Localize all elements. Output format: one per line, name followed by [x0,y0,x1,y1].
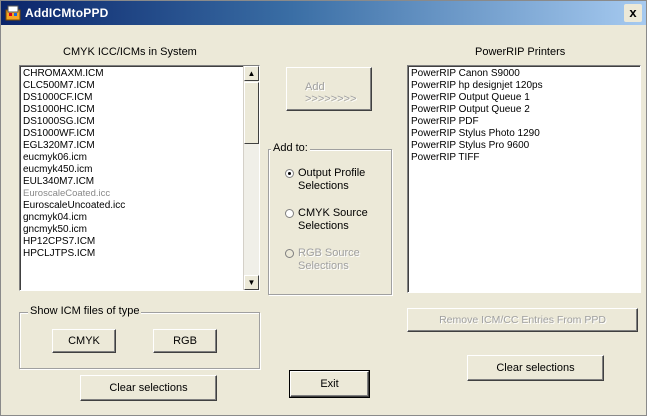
list-item[interactable]: DS1000WF.ICM [23,128,256,140]
clear-left-selections-button[interactable]: Clear selections [80,375,217,401]
show-icm-type-caption: Show ICM files of type [28,305,142,317]
clear-right-selections-button[interactable]: Clear selections [467,355,604,381]
list-item[interactable]: PowerRIP Output Queue 1 [411,92,637,104]
title-bar[interactable]: AddICMtoPPD x [1,1,646,25]
list-item[interactable]: PowerRIP TIFF [411,152,637,164]
radio-label-line2: Selections [298,220,349,232]
remove-entries-button[interactable]: Remove ICM/CC Entries From PPD [407,308,638,332]
cmyk-profile-list[interactable]: CHROMAXM.ICM CLC500M7.ICM DS1000CF.ICM DS10… [19,65,260,291]
radio-label-line1: CMYK Source [298,207,368,219]
list-item[interactable]: EuroscaleCoated.icc [23,188,256,200]
list-item[interactable]: HPCLJTPS.ICM [23,248,256,260]
scroll-thumb[interactable] [244,82,259,144]
list-item[interactable]: CLC500M7.ICM [23,80,256,92]
list-item[interactable]: PowerRIP hp designjet 120ps [411,80,637,92]
list-item[interactable]: eucmyk450.icm [23,164,256,176]
rgb-type-button[interactable]: RGB [153,329,217,353]
scroll-down-arrow-icon[interactable]: ▼ [244,275,259,290]
list-item[interactable]: eucmyk06.icm [23,152,256,164]
dialog-window: AddICMtoPPD x CMYK ICC/ICMs in System CH… [0,0,647,416]
list-item[interactable]: DS1000CF.ICM [23,92,256,104]
exit-button[interactable]: Exit [289,370,370,398]
app-icon [5,5,21,21]
powerrip-printer-items: PowerRIP Canon S9000 PowerRIP hp designje… [408,66,640,166]
list-item[interactable]: PowerRIP Canon S9000 [411,68,637,80]
powerrip-printer-list[interactable]: PowerRIP Canon S9000 PowerRIP hp designje… [407,65,641,293]
radio-label-line1: Output Profile [298,167,366,179]
radio-label-line2: Selections [298,180,349,192]
scroll-up-arrow-icon[interactable]: ▲ [244,66,259,81]
list-item[interactable]: gncmyk50.icm [23,224,256,236]
list-item[interactable]: PowerRIP Stylus Photo 1290 [411,128,637,140]
radio-indicator [285,169,294,178]
close-button[interactable]: x [624,4,642,22]
output-profile-radio[interactable]: Output Profile Selections [285,167,385,195]
list-item[interactable]: PowerRIP Output Queue 2 [411,104,637,116]
cmyk-list-scrollbar[interactable]: ▲ ▼ [243,66,259,290]
list-item[interactable]: EuroscaleUncoated.icc [23,200,256,212]
printers-list-header: PowerRIP Printers [475,46,566,58]
list-item[interactable]: CHROMAXM.ICM [23,68,256,80]
list-item[interactable]: PowerRIP PDF [411,116,637,128]
rgb-source-radio[interactable]: RGB Source Selections [285,247,385,275]
list-item[interactable]: DS1000HC.ICM [23,104,256,116]
cmyk-profile-items: CHROMAXM.ICM CLC500M7.ICM DS1000CF.ICM DS10… [20,66,259,262]
cmyk-list-header: CMYK ICC/ICMs in System [63,46,197,58]
list-item[interactable]: EUL340M7.ICM [23,176,256,188]
list-item[interactable]: PowerRIP Stylus Pro 9600 [411,140,637,152]
add-to-caption: Add to: [271,142,310,154]
list-item[interactable]: EGL320M7.ICM [23,140,256,152]
add-button[interactable]: Add >>>>>>>> [286,67,372,111]
cmyk-source-radio[interactable]: CMYK Source Selections [285,207,385,235]
add-arrows-label: >>>>>>>> [305,92,357,105]
radio-label-line2: Selections [298,260,349,272]
list-item[interactable]: gncmyk04.icm [23,212,256,224]
list-item[interactable]: HP12CPS7.ICM [23,236,256,248]
radio-label-line1: RGB Source [298,247,360,259]
cmyk-type-button[interactable]: CMYK [52,329,116,353]
radio-indicator [285,209,294,218]
window-title: AddICMtoPPD [25,6,109,20]
add-label: Add [305,80,325,93]
radio-indicator [285,249,294,258]
list-item[interactable]: DS1000SG.ICM [23,116,256,128]
